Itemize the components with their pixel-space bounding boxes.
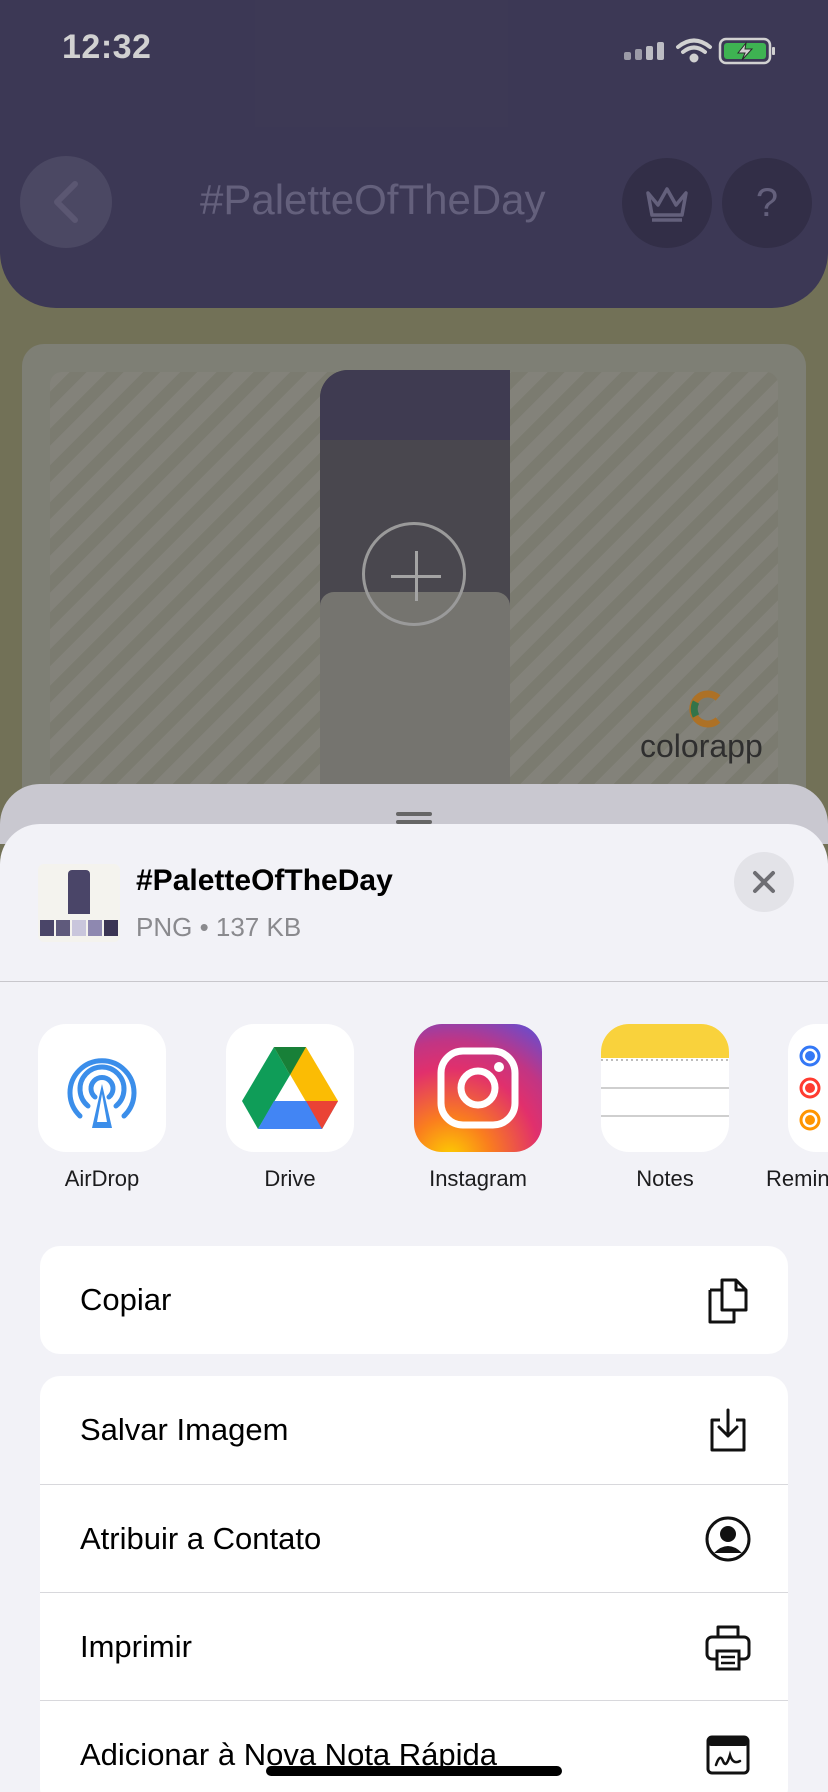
app-label: Drive bbox=[264, 1166, 316, 1191]
thumbnail-swatch bbox=[56, 920, 70, 936]
instagram-icon bbox=[414, 1024, 542, 1152]
action-print[interactable]: Imprimir bbox=[40, 1592, 788, 1700]
share-app-instagram[interactable]: Instagram bbox=[392, 1024, 552, 1204]
share-title: #PaletteOfTheDay bbox=[136, 864, 393, 897]
share-subtitle: PNG • 137 KB bbox=[136, 912, 302, 942]
action-label: Salvar Imagem bbox=[80, 1412, 289, 1447]
close-icon bbox=[753, 871, 775, 893]
google-drive-icon bbox=[226, 1024, 354, 1152]
person-circle-icon bbox=[705, 1516, 751, 1562]
action-save-image[interactable]: Salvar Imagem bbox=[40, 1376, 788, 1484]
action-assign-contact[interactable]: Atribuir a Contato bbox=[40, 1484, 788, 1592]
share-app-airdrop[interactable]: AirDrop bbox=[16, 1024, 176, 1204]
action-group-main: Salvar Imagem Atribuir a Contato Imprimi… bbox=[40, 1376, 788, 1792]
action-quick-note[interactable]: Adicionar à Nova Nota Rápida bbox=[40, 1700, 788, 1792]
close-button[interactable] bbox=[734, 852, 794, 912]
action-group-copy: Copiar bbox=[40, 1246, 788, 1354]
share-app-notes[interactable]: Notes bbox=[579, 1024, 739, 1204]
home-indicator[interactable] bbox=[266, 1766, 562, 1776]
app-label: Reminders bbox=[766, 1166, 828, 1191]
thumbnail-phone bbox=[68, 870, 90, 914]
printer-icon bbox=[705, 1625, 751, 1671]
action-label: Atribuir a Contato bbox=[80, 1520, 322, 1556]
app-label: Instagram bbox=[429, 1166, 527, 1191]
action-copy[interactable]: Copiar bbox=[40, 1246, 788, 1354]
airdrop-icon bbox=[38, 1024, 166, 1152]
sheet-divider bbox=[0, 981, 828, 982]
notes-icon bbox=[601, 1024, 729, 1152]
app-label: Notes bbox=[636, 1166, 694, 1191]
app-label: AirDrop bbox=[64, 1166, 140, 1191]
share-sheet: #PaletteOfTheDay PNG • 137 KB AirDrop Dr… bbox=[0, 824, 828, 1792]
action-label: Imprimir bbox=[80, 1628, 192, 1664]
action-label: Copiar bbox=[80, 1282, 172, 1317]
app-share-row: AirDrop Drive Instagram Notes Remin bbox=[0, 1024, 828, 1224]
quick-note-icon bbox=[706, 1735, 750, 1775]
thumbnail-swatch bbox=[72, 920, 86, 936]
save-download-icon bbox=[710, 1408, 746, 1452]
thumbnail-swatch bbox=[104, 920, 118, 936]
copy-icon bbox=[708, 1278, 748, 1324]
share-app-drive[interactable]: Drive bbox=[204, 1024, 364, 1204]
share-app-reminders[interactable]: Reminders bbox=[766, 1024, 828, 1204]
sheet-grabber[interactable] bbox=[396, 812, 432, 816]
thumbnail-swatch bbox=[40, 920, 54, 936]
thumbnail-swatch bbox=[88, 920, 102, 936]
share-thumbnail bbox=[38, 864, 120, 942]
reminders-icon bbox=[788, 1024, 828, 1152]
